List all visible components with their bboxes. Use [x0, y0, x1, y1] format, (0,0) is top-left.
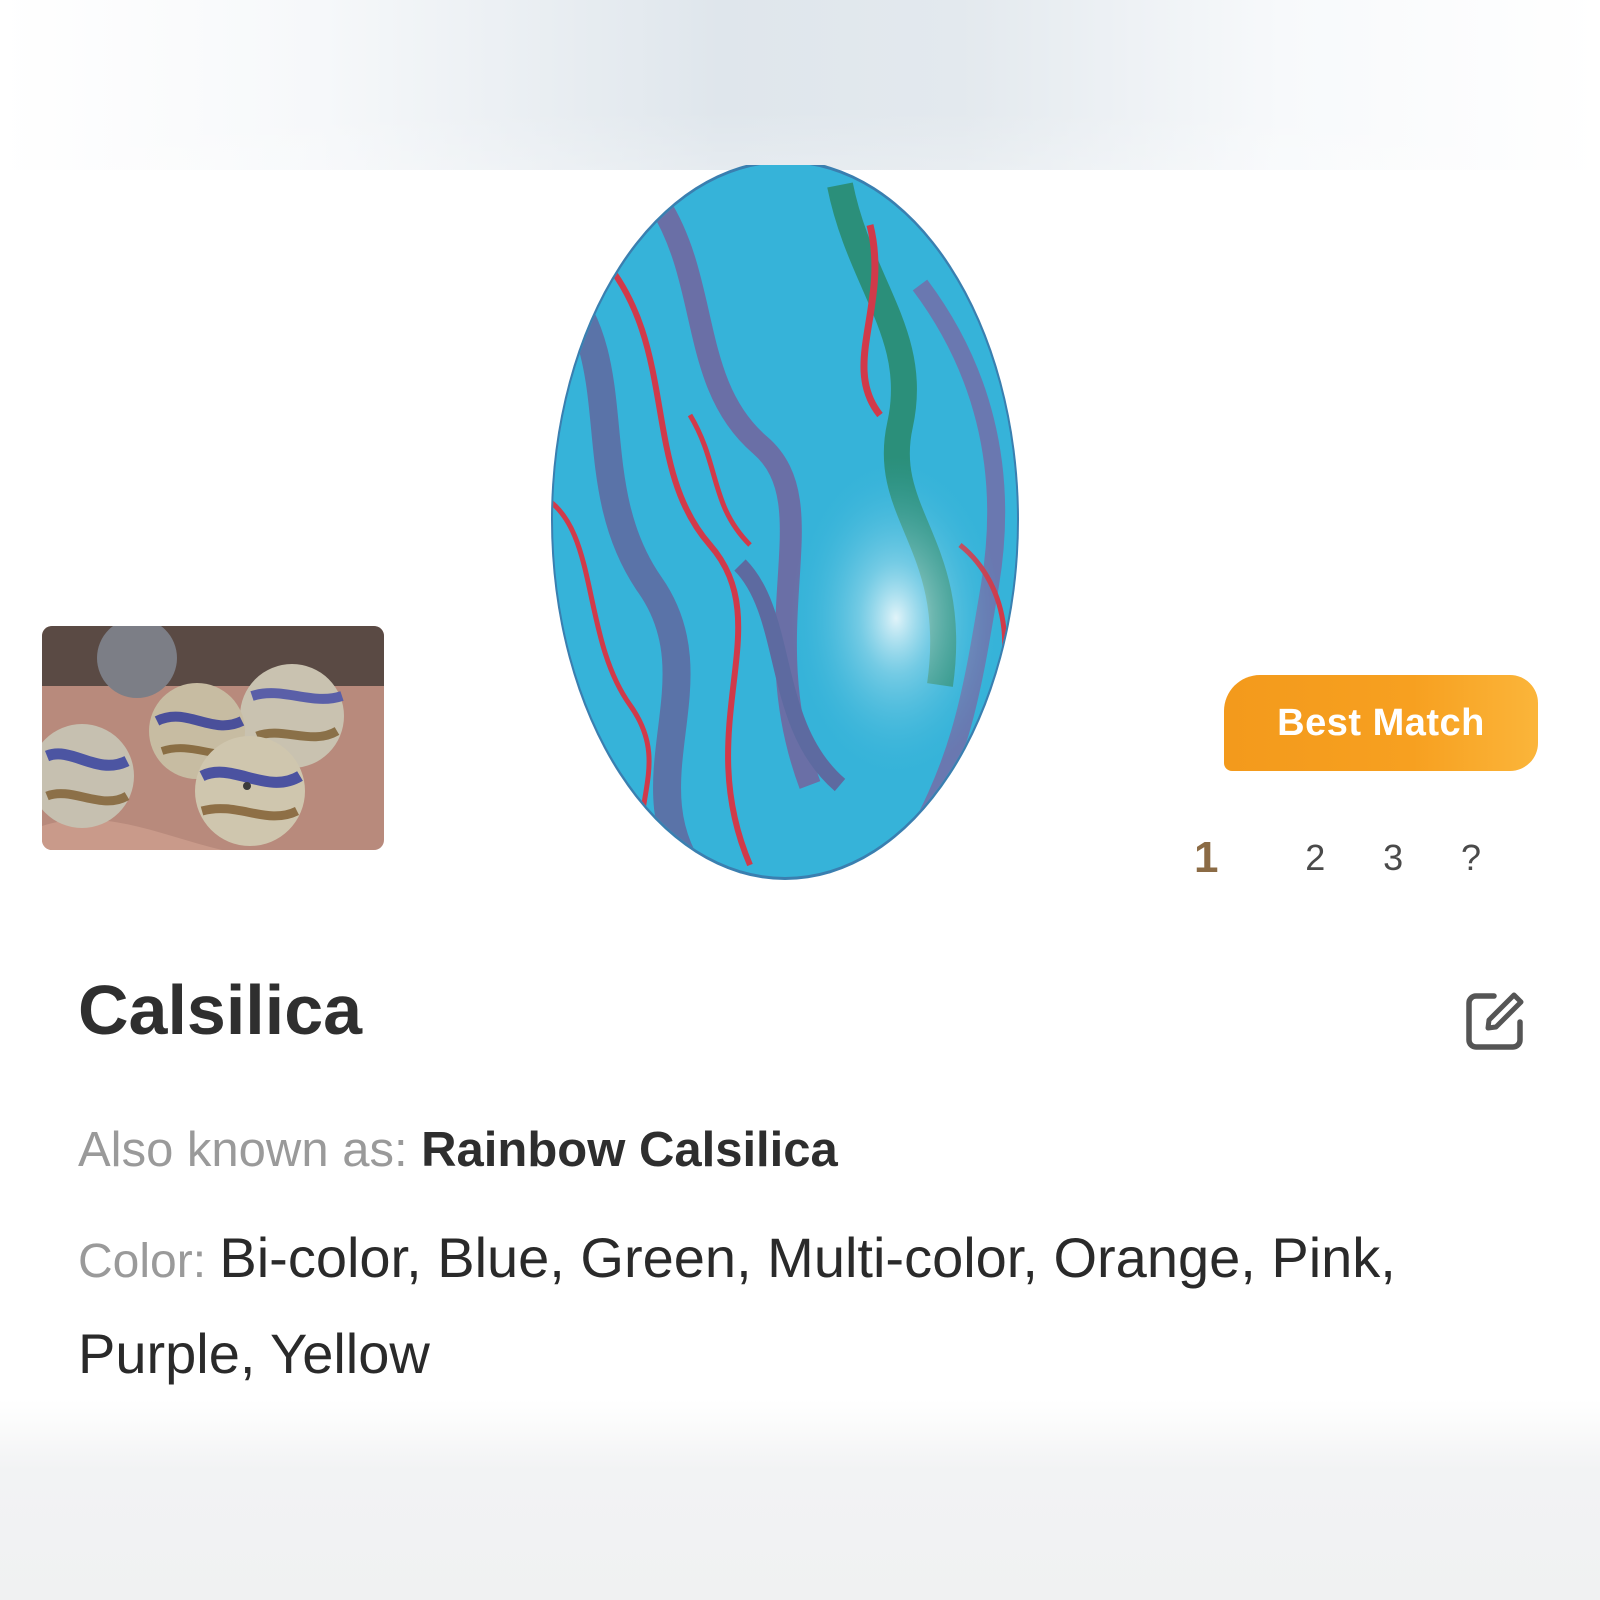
top-background-blur [0, 0, 1600, 170]
also-known-as-row: Also known as: Rainbow Calsilica [78, 1122, 838, 1178]
also-known-as-label: Also known as: [78, 1123, 422, 1177]
stone-name-title: Calsilica [78, 971, 363, 1049]
page-unknown-button[interactable]: ? [1432, 837, 1510, 879]
result-pager: 1 2 3 ? [1180, 828, 1510, 888]
edit-icon[interactable] [1464, 990, 1526, 1052]
color-label: Color: [78, 1235, 220, 1288]
page-2-button[interactable]: 2 [1276, 837, 1354, 879]
page-3-button[interactable]: 3 [1354, 837, 1432, 879]
also-known-as-value: Rainbow Calsilica [421, 1123, 838, 1177]
calsilica-beads-image [42, 626, 384, 850]
stone-main-photo[interactable] [540, 160, 1060, 905]
reference-thumbnail[interactable] [42, 626, 384, 850]
calsilica-pendant-image [551, 160, 1019, 880]
best-match-badge: Best Match [1224, 675, 1538, 771]
page-1-button[interactable]: 1 [1194, 833, 1236, 883]
color-value: Bi-color, Blue, Green, Multi-color, Oran… [78, 1226, 1396, 1385]
edit-icon-graphic [1466, 992, 1524, 1050]
color-row: Color: Bi-color, Blue, Green, Multi-colo… [78, 1212, 1528, 1400]
bottom-background [0, 1400, 1600, 1600]
